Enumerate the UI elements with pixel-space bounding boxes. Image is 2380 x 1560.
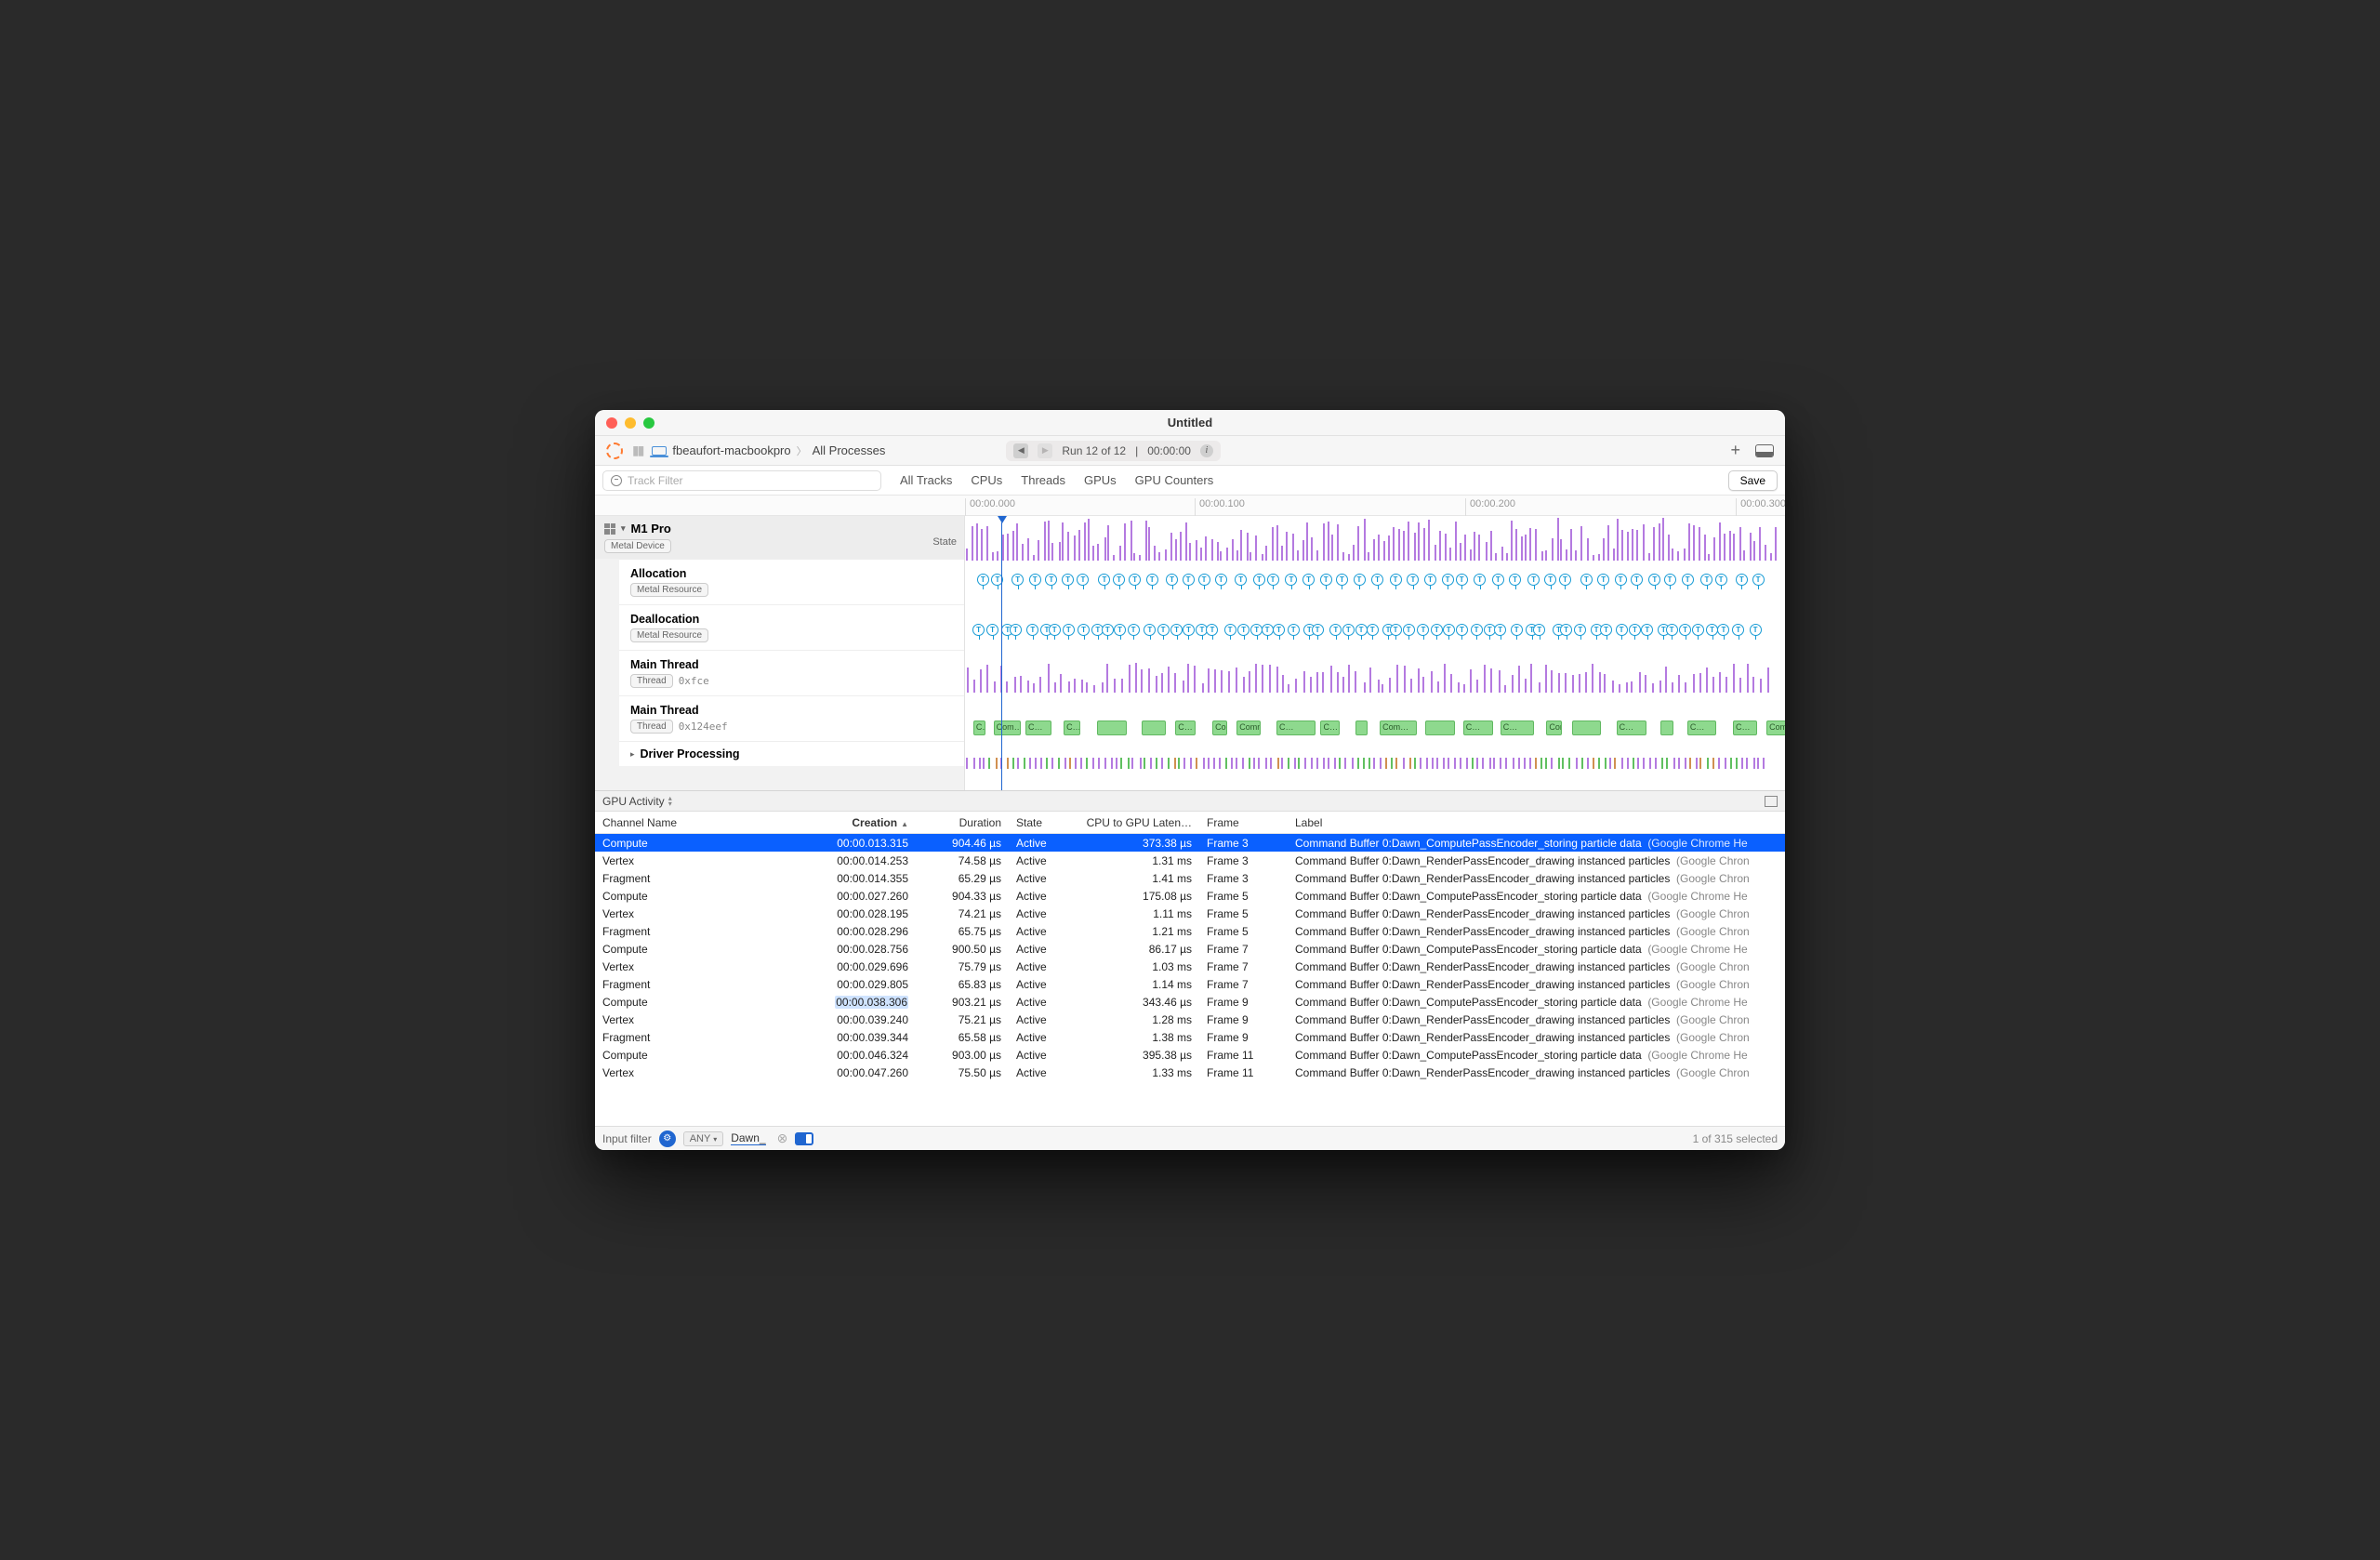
- driver-label: Driver Processing: [641, 747, 740, 760]
- timeline-canvas[interactable]: TTTTTTTTTTTTTTTTTTTTTTTTTTTTTTTTTTTTTTTT…: [965, 516, 1785, 790]
- col-latency[interactable]: CPU to GPU Laten…: [1078, 816, 1199, 829]
- window-controls: [606, 417, 654, 429]
- time-ruler[interactable]: 00:00.000 00:00.100 00:00.200 00:00.300: [595, 496, 1785, 516]
- filter-toggle[interactable]: [795, 1132, 813, 1145]
- sidebar-track-item[interactable]: Deallocation Metal Resource: [619, 604, 964, 650]
- panel-toggle-button[interactable]: [1755, 444, 1774, 457]
- info-icon[interactable]: i: [1200, 444, 1213, 457]
- input-filter-label: Input filter: [602, 1132, 652, 1145]
- table-row[interactable]: Compute 00:00.046.324 903.00 µs Active 3…: [595, 1046, 1785, 1064]
- table-row[interactable]: Compute 00:00.013.315 904.46 µs Active 3…: [595, 834, 1785, 852]
- filter-chip-icon[interactable]: ⚙: [659, 1130, 676, 1147]
- state-column-label: State: [932, 536, 957, 548]
- app-window: Untitled ▮▮ fbeaufort-macbookpro 〉 All P…: [595, 410, 1785, 1150]
- sidebar-item-driver[interactable]: ▸ Driver Processing: [619, 741, 964, 766]
- col-frame[interactable]: Frame: [1199, 816, 1288, 829]
- updown-icon: ▴▾: [668, 796, 672, 807]
- input-filter-field[interactable]: Dawn_: [731, 1131, 765, 1145]
- col-channel[interactable]: Channel Name: [595, 816, 767, 829]
- tab-threads[interactable]: Threads: [1021, 473, 1065, 487]
- close-window-button[interactable]: [606, 417, 617, 429]
- save-button[interactable]: Save: [1728, 470, 1778, 491]
- table-row[interactable]: Compute 00:00.027.260 904.33 µs Active 1…: [595, 887, 1785, 905]
- track-filter-input[interactable]: Track Filter: [602, 470, 881, 491]
- laptop-icon: [652, 446, 667, 456]
- track-group-header[interactable]: ▾ M1 Pro Metal Device State: [595, 516, 964, 559]
- table-header: Channel Name Creation▲ Duration State CP…: [595, 812, 1785, 834]
- track-tabs: All Tracks CPUs Threads GPUs GPU Counter…: [900, 473, 1213, 487]
- table-row[interactable]: Vertex 00:00.014.253 74.58 µs Active 1.3…: [595, 852, 1785, 869]
- device-badge: Metal Device: [604, 539, 671, 553]
- col-state[interactable]: State: [1009, 816, 1078, 829]
- sort-asc-icon: ▲: [901, 820, 908, 828]
- pause-button[interactable]: ▮▮: [632, 443, 642, 458]
- grid-icon: [604, 523, 615, 535]
- section-label: GPU Activity: [602, 795, 665, 808]
- tab-cpus[interactable]: CPUs: [971, 473, 1002, 487]
- layout-icon[interactable]: [1765, 796, 1778, 807]
- table-row[interactable]: Vertex 00:00.028.195 74.21 µs Active 1.1…: [595, 905, 1785, 922]
- table-row[interactable]: Vertex 00:00.039.240 75.21 µs Active 1.2…: [595, 1011, 1785, 1028]
- col-duration[interactable]: Duration: [916, 816, 1009, 829]
- col-label[interactable]: Label: [1288, 816, 1785, 829]
- tracks-panel: ▾ M1 Pro Metal Device State Allocation M…: [595, 516, 1785, 791]
- toolbar: ▮▮ fbeaufort-macbookpro 〉 All Processes …: [595, 436, 1785, 466]
- breadcrumb-host: fbeaufort-macbookpro: [672, 443, 790, 457]
- table-row[interactable]: Fragment 00:00.014.355 65.29 µs Active 1…: [595, 869, 1785, 887]
- tab-gpus[interactable]: GPUs: [1084, 473, 1117, 487]
- tab-all-tracks[interactable]: All Tracks: [900, 473, 952, 487]
- minimize-window-button[interactable]: [625, 417, 636, 429]
- filter-mode-any[interactable]: ANY ▾: [683, 1131, 724, 1146]
- titlebar: Untitled: [595, 410, 1785, 436]
- tab-gpu-counters[interactable]: GPU Counters: [1135, 473, 1214, 487]
- run-label: Run 12 of 12: [1062, 444, 1126, 457]
- tracks-sidebar: ▾ M1 Pro Metal Device State Allocation M…: [595, 516, 965, 790]
- run-next-button[interactable]: ▶: [1038, 443, 1052, 458]
- ruler-ticks: 00:00.000 00:00.100 00:00.200 00:00.300: [965, 496, 1785, 515]
- table-row[interactable]: Vertex 00:00.029.696 75.79 µs Active 1.0…: [595, 958, 1785, 975]
- add-button[interactable]: +: [1725, 441, 1746, 460]
- breadcrumb[interactable]: fbeaufort-macbookpro 〉 All Processes: [652, 443, 885, 458]
- chevron-down-icon[interactable]: ▾: [621, 523, 626, 534]
- filter-icon: [611, 475, 622, 486]
- zoom-window-button[interactable]: [643, 417, 654, 429]
- footer-bar: Input filter ⚙ ANY ▾ Dawn_ ⊗ 1 of 315 se…: [595, 1126, 1785, 1150]
- playhead[interactable]: [998, 516, 1007, 790]
- table-row[interactable]: Fragment 00:00.029.805 65.83 µs Active 1…: [595, 975, 1785, 993]
- track-group-name: M1 Pro: [631, 522, 671, 535]
- table-row[interactable]: Vertex 00:00.047.260 75.50 µs Active 1.3…: [595, 1064, 1785, 1081]
- sidebar-track-item[interactable]: Main Thread Thread0x124eef: [619, 695, 964, 741]
- section-selector[interactable]: GPU Activity ▴▾: [595, 791, 1785, 812]
- breadcrumb-scope: All Processes: [813, 443, 886, 457]
- run-prev-button[interactable]: ◀: [1013, 443, 1028, 458]
- record-button[interactable]: [606, 443, 623, 459]
- window-title: Untitled: [1168, 416, 1212, 430]
- filter-bar: Track Filter All Tracks CPUs Threads GPU…: [595, 466, 1785, 496]
- table-body[interactable]: Compute 00:00.013.315 904.46 µs Active 3…: [595, 834, 1785, 1126]
- table-row[interactable]: Fragment 00:00.028.296 65.75 µs Active 1…: [595, 922, 1785, 940]
- track-filter-placeholder: Track Filter: [628, 474, 683, 487]
- col-creation[interactable]: Creation▲: [767, 816, 916, 829]
- selection-status: 1 of 315 selected: [1693, 1132, 1778, 1145]
- chevron-right-icon: 〉: [797, 443, 807, 458]
- run-time: 00:00:00: [1147, 444, 1191, 457]
- table-row[interactable]: Fragment 00:00.039.344 65.58 µs Active 1…: [595, 1028, 1785, 1046]
- run-selector[interactable]: ◀ ▶ Run 12 of 12 | 00:00:00 i: [1006, 441, 1221, 461]
- chevron-right-icon[interactable]: ▸: [630, 749, 635, 760]
- sidebar-track-item[interactable]: Allocation Metal Resource: [619, 559, 964, 604]
- clear-filter-button[interactable]: ⊗: [777, 1130, 788, 1146]
- table-row[interactable]: Compute 00:00.038.306 903.21 µs Active 3…: [595, 993, 1785, 1011]
- sidebar-track-item[interactable]: Main Thread Thread0xfce: [619, 650, 964, 695]
- table-row[interactable]: Compute 00:00.028.756 900.50 µs Active 8…: [595, 940, 1785, 958]
